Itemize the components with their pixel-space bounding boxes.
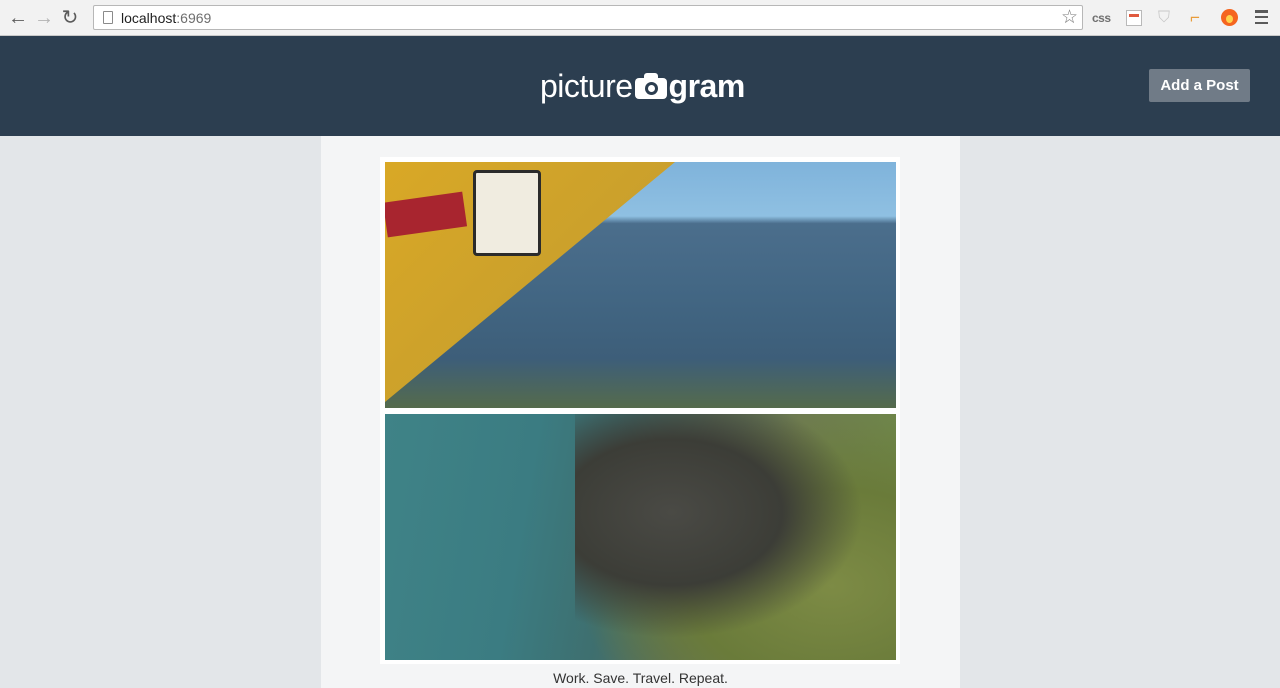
photo-frame[interactable]: [380, 157, 900, 664]
cliffs-image: [575, 414, 896, 660]
reload-icon[interactable]: ↻: [57, 5, 83, 31]
css-extension-icon[interactable]: css: [1092, 8, 1111, 28]
sticker-wall-image: [385, 162, 675, 402]
app-logo[interactable]: picture gram: [540, 66, 745, 106]
app-header: picture gram Add a Post: [0, 36, 1280, 136]
logo-text-gram: gram: [668, 67, 746, 104]
calendar-extension-icon[interactable]: [1126, 10, 1142, 26]
logo-text-picture: picture: [540, 67, 633, 104]
url-text[interactable]: localhost:6969: [121, 10, 211, 26]
browser-toolbar: ← → ↻ localhost:6969 ☆ css ⛉ ⌐: [0, 0, 1280, 36]
url-port: :6969: [176, 9, 212, 26]
browser-menu-icon[interactable]: [1255, 10, 1268, 24]
camera-icon: [634, 73, 667, 99]
address-bar[interactable]: localhost:6969 ☆: [93, 5, 1083, 30]
add-post-button[interactable]: Add a Post: [1149, 69, 1250, 102]
post-container: Work. Save. Travel. Repeat.: [321, 136, 960, 688]
post-caption: Work. Save. Travel. Repeat.: [553, 670, 728, 686]
back-arrow-icon[interactable]: ←: [5, 5, 31, 31]
shield-extension-icon[interactable]: ⛉: [1158, 8, 1170, 28]
forward-arrow-icon[interactable]: →: [31, 5, 57, 31]
url-host: localhost: [121, 9, 177, 26]
post-photo-bottom[interactable]: [385, 414, 896, 660]
page-icon: [103, 11, 113, 24]
bookmark-star-icon[interactable]: ☆: [1061, 6, 1078, 29]
ruler-extension-icon[interactable]: ⌐: [1190, 8, 1200, 28]
fire-extension-icon[interactable]: [1221, 9, 1238, 26]
post-photo-top[interactable]: [385, 162, 896, 408]
